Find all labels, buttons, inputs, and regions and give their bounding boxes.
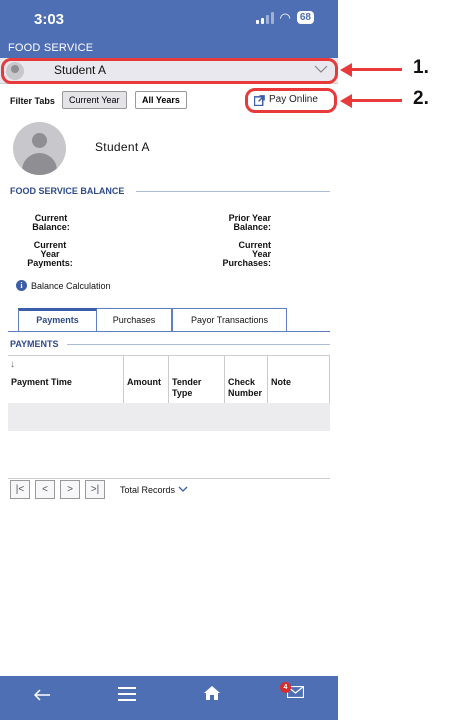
- current-year-payments-label: Current Year Payments:: [27, 240, 73, 268]
- prior-year-balance-label: Prior Year Balance:: [228, 213, 271, 232]
- callout-box-1: [1, 58, 338, 84]
- balance-calculation-label: Balance Calculation: [31, 280, 111, 291]
- current-year-button[interactable]: Current Year: [62, 91, 127, 109]
- balance-calculation-link[interactable]: i Balance Calculation: [16, 280, 111, 291]
- callout-arrow-2: [350, 99, 402, 102]
- filter-tabs-label: Filter Tabs: [10, 96, 55, 106]
- tab-underline: [8, 331, 330, 332]
- first-page-button[interactable]: |<: [10, 480, 30, 499]
- column-header-payment-time[interactable]: Payment Time: [8, 356, 124, 403]
- payments-table: ↓ Payment Time Amount Tender Type Check …: [8, 355, 330, 431]
- status-time: 3:03: [34, 11, 65, 28]
- column-header-amount[interactable]: Amount: [124, 356, 169, 403]
- battery-icon: 68: [296, 11, 314, 24]
- bottom-nav-bar: 4: [0, 676, 338, 720]
- balance-section-title: FOOD SERVICE BALANCE: [10, 186, 125, 196]
- divider: [136, 191, 330, 192]
- arrow-head-icon: [340, 63, 352, 77]
- notification-badge: 4: [280, 682, 291, 693]
- status-bar: 3:03 ◠ 68: [0, 0, 338, 40]
- all-years-button[interactable]: All Years: [135, 91, 187, 109]
- profile-name: Student A: [95, 140, 150, 154]
- column-header-note[interactable]: Note: [268, 356, 330, 403]
- total-records-label: Total Records: [120, 484, 176, 495]
- tab-payments[interactable]: Payments: [18, 308, 97, 332]
- tab-bar: Payments Purchases Payor Transactions: [18, 308, 287, 332]
- info-icon: i: [16, 280, 27, 291]
- tab-payor-transactions[interactable]: Payor Transactions: [172, 308, 287, 332]
- pager: |< < > >| Total Records: [10, 480, 188, 499]
- callout-number-2: 2.: [413, 88, 429, 109]
- next-page-button[interactable]: >: [60, 480, 80, 499]
- wifi-icon: ◠: [279, 9, 291, 25]
- callout-number-1: 1.: [413, 57, 429, 78]
- column-header-check-number[interactable]: Check Number: [225, 356, 268, 403]
- tab-purchases[interactable]: Purchases: [97, 308, 172, 332]
- payments-section-title: PAYMENTS: [10, 339, 59, 349]
- app-header: FOOD SERVICE: [0, 40, 338, 58]
- divider: [8, 478, 330, 479]
- callout-box-2: [245, 88, 337, 113]
- table-row: [8, 403, 330, 431]
- current-balance-label: Current Balance:: [32, 213, 70, 232]
- divider: [67, 344, 330, 345]
- previous-page-button[interactable]: <: [35, 480, 55, 499]
- menu-icon[interactable]: [118, 686, 136, 702]
- callout-arrow-1: [350, 68, 402, 71]
- profile-avatar: [13, 122, 66, 175]
- last-page-button[interactable]: >|: [85, 480, 105, 499]
- back-arrow-icon[interactable]: [33, 688, 51, 702]
- chevron-down-icon: [178, 486, 188, 492]
- status-icons: ◠ 68: [255, 9, 314, 25]
- total-records-dropdown[interactable]: Total Records: [120, 485, 188, 495]
- column-header-tender-type[interactable]: Tender Type: [169, 356, 225, 403]
- arrow-head-icon: [340, 94, 352, 108]
- signal-icon: [255, 11, 274, 24]
- page-title: FOOD SERVICE: [8, 42, 94, 54]
- current-year-purchases-label: Current Year Purchases:: [222, 240, 271, 268]
- home-icon[interactable]: [203, 685, 221, 701]
